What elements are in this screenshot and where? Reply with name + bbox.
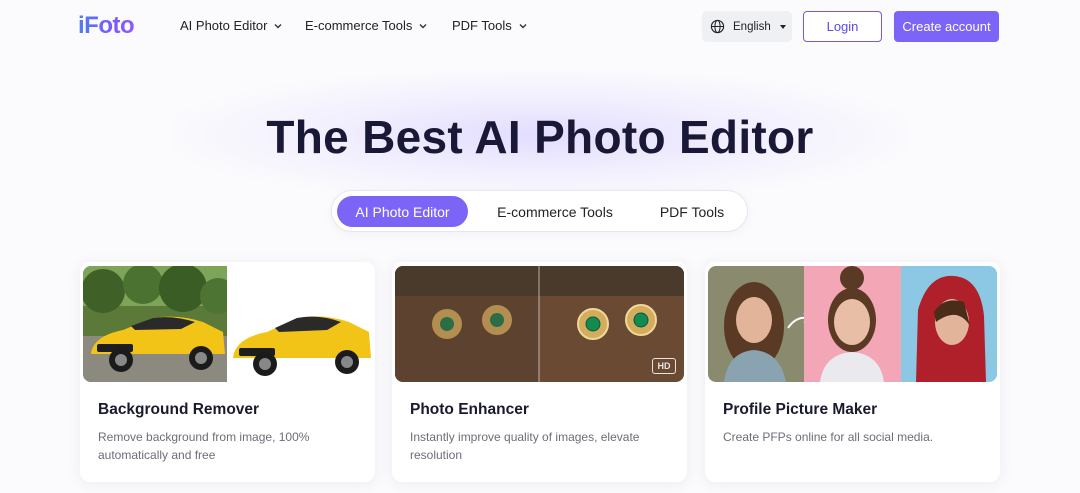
nav-item-pdf-tools[interactable]: PDF Tools [452, 18, 528, 33]
category-tabs: AI Photo Editor E-commerce Tools PDF Too… [331, 190, 748, 232]
card-description: Remove background from image, 100% autom… [98, 430, 310, 462]
chevron-down-icon [519, 23, 527, 28]
card-description: Instantly improve quality of images, ele… [410, 430, 640, 462]
globe-icon [710, 19, 725, 34]
create-account-button[interactable]: Create account [894, 11, 999, 42]
tab-ai-photo-editor[interactable]: AI Photo Editor [337, 196, 468, 227]
nav-item-label: PDF Tools [452, 18, 512, 33]
nav-item-label: AI Photo Editor [180, 18, 268, 33]
site-logo[interactable]: iFoto [78, 12, 135, 40]
top-navigation: iFoto AI Photo Editor E-commerce Tools P… [0, 0, 1080, 54]
nav-item-ecommerce-tools[interactable]: E-commerce Tools [305, 18, 428, 33]
chevron-down-icon [419, 23, 427, 28]
tool-card-profile-picture-maker[interactable]: Profile Picture Maker Create PFPs online… [705, 262, 1000, 482]
card-title: Photo Enhancer [410, 401, 529, 418]
page-title: The Best AI Photo Editor [266, 111, 814, 163]
chevron-down-icon [274, 23, 282, 28]
caret-down-icon [779, 24, 786, 29]
hd-badge: HD [652, 358, 676, 374]
photo-enhancer-preview-image: HD [395, 266, 684, 382]
language-selector[interactable]: English [702, 11, 792, 42]
tool-card-photo-enhancer[interactable]: HD Photo Enhancer Instantly improve qual… [392, 262, 687, 482]
profile-picture-preview-image [708, 266, 997, 382]
card-title: Profile Picture Maker [723, 401, 878, 418]
card-description: Create PFPs online for all social media. [723, 430, 934, 444]
nav-item-ai-photo-editor[interactable]: AI Photo Editor [180, 18, 283, 33]
background-remover-preview-image [83, 266, 372, 382]
tool-card-background-remover[interactable]: Background Remover Remove background fro… [80, 262, 375, 482]
login-button[interactable]: Login [803, 11, 882, 42]
card-title: Background Remover [98, 401, 260, 418]
tab-pdf-tools[interactable]: PDF Tools [642, 196, 742, 227]
language-label: English [733, 20, 771, 33]
tab-ecommerce-tools[interactable]: E-commerce Tools [480, 196, 630, 227]
nav-item-label: E-commerce Tools [305, 18, 413, 33]
